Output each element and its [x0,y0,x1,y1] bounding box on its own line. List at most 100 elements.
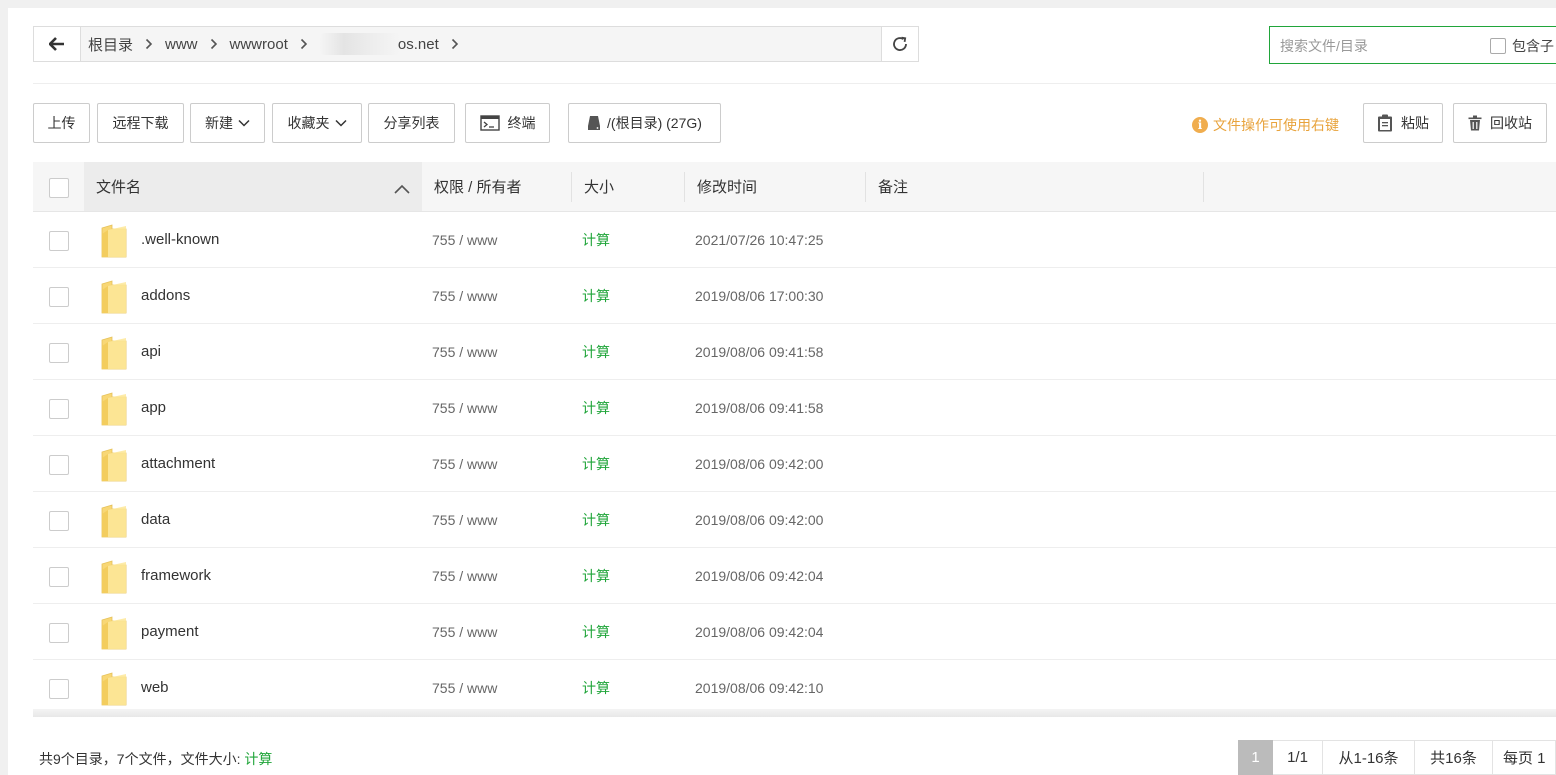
include-subdirectories-option[interactable]: 包含子 [1490,36,1554,56]
summary-text: 共9个目录，7个文件，文件大小: [39,751,241,767]
redacted-segment [319,33,400,55]
row-checkbox[interactable] [49,679,69,699]
page-count: 1/1 [1273,740,1323,775]
file-name[interactable]: data [141,492,170,548]
file-size-calc-link[interactable]: 计算 [582,268,610,324]
table-row[interactable]: payment 755 / www 计算 2019/08/06 09:42:04 [33,604,1556,660]
column-header-mtime[interactable]: 修改时间 [685,162,866,211]
search-input[interactable] [1278,35,1482,57]
file-size-calc-link[interactable]: 计算 [582,436,610,492]
file-mtime: 2019/08/06 09:42:00 [695,456,824,472]
row-checkbox[interactable] [49,567,69,587]
paste-button[interactable]: 粘贴 [1363,103,1443,143]
path-bar: 根目录 www wwwroot os.net [33,26,919,62]
calculate-size-link[interactable]: 计算 [244,751,272,767]
breadcrumb-site[interactable]: os.net [398,36,439,53]
terminal-icon [479,115,500,131]
file-name[interactable]: framework [141,548,211,604]
file-size-calc-link[interactable]: 计算 [582,604,610,660]
favorites-label: 收藏夹 [287,115,330,131]
page-current[interactable]: 1 [1238,740,1273,775]
clipboard-icon [1377,114,1393,132]
page-total: 共16条 [1415,740,1493,775]
row-checkbox[interactable] [49,455,69,475]
terminal-label: 终端 [507,115,536,131]
file-name[interactable]: attachment [141,436,215,492]
include-subdirectories-label: 包含子 [1512,38,1554,54]
file-permission[interactable]: 755 / www [432,324,497,380]
share-list-button[interactable]: 分享列表 [368,103,455,143]
file-name[interactable]: api [141,324,161,380]
file-mtime: 2019/08/06 09:42:00 [695,512,824,528]
recycle-bin-button[interactable]: 回收站 [1453,103,1547,143]
right-click-tip: i 文件操作可使用右键 [1192,115,1339,135]
file-name[interactable]: web [141,660,169,716]
chevron-right-icon [300,38,308,50]
file-size-calc-link[interactable]: 计算 [582,660,610,716]
file-mtime: 2019/08/06 09:41:58 [695,400,824,416]
upload-button[interactable]: 上传 [33,103,90,143]
file-permission[interactable]: 755 / www [432,380,497,436]
page-size-select[interactable]: 每页 1 [1493,740,1556,775]
column-header-remark[interactable]: 备注 [866,162,1203,211]
new-dropdown-button[interactable]: 新建 [190,103,265,143]
horizontal-scrollbar[interactable] [33,709,1556,717]
favorites-dropdown-button[interactable]: 收藏夹 [272,103,362,143]
column-header-size[interactable]: 大小 [572,162,684,211]
file-size-calc-link[interactable]: 计算 [582,492,610,548]
table-row[interactable]: api 755 / www 计算 2019/08/06 09:41:58 [33,324,1556,380]
file-mtime: 2019/08/06 09:42:04 [695,568,824,584]
refresh-button[interactable] [881,27,918,61]
file-permission[interactable]: 755 / www [432,492,497,548]
row-checkbox[interactable] [49,399,69,419]
row-checkbox[interactable] [49,511,69,531]
row-checkbox[interactable] [49,343,69,363]
table-row[interactable]: framework 755 / www 计算 2019/08/06 09:42:04 [33,548,1556,604]
file-size-calc-link[interactable]: 计算 [582,324,610,380]
file-name[interactable]: payment [141,604,199,660]
file-size-calc-link[interactable]: 计算 [582,380,610,436]
file-name[interactable]: .well-known [141,212,219,268]
file-permission[interactable]: 755 / www [432,548,497,604]
chevron-right-icon [210,38,218,50]
file-permission[interactable]: 755 / www [432,604,497,660]
breadcrumb-wwwroot[interactable]: wwwroot [230,36,288,53]
row-checkbox[interactable] [49,623,69,643]
table-row[interactable]: app 755 / www 计算 2019/08/06 09:41:58 [33,380,1556,436]
disk-button[interactable]: /(根目录) (27G) [568,103,721,143]
include-subdirectories-checkbox[interactable] [1490,38,1506,54]
chevron-down-icon [238,119,250,127]
file-size-calc-link[interactable]: 计算 [582,212,610,268]
breadcrumb-root[interactable]: 根目录 [88,34,133,55]
table-row[interactable]: web 755 / www 计算 2019/08/06 09:42:10 [33,660,1556,716]
file-name[interactable]: addons [141,268,190,324]
file-mtime: 2019/08/06 09:42:04 [695,624,824,640]
file-permission[interactable]: 755 / www [432,436,497,492]
refresh-icon [893,36,907,51]
file-permission[interactable]: 755 / www [432,212,497,268]
back-button[interactable] [34,27,81,61]
remote-download-label: 远程下载 [112,115,169,131]
column-header-permission[interactable]: 权限 / 所有者 [422,162,572,211]
hard-drive-icon [587,115,601,131]
column-divider [1203,172,1204,202]
row-checkbox[interactable] [49,287,69,307]
table-row[interactable]: addons 755 / www 计算 2019/08/06 17:00:30 [33,268,1556,324]
column-header-name[interactable]: 文件名 [84,162,422,211]
terminal-button[interactable]: 终端 [465,103,550,143]
table-row[interactable]: .well-known 755 / www 计算 2021/07/26 10:47:2… [33,212,1556,268]
folder-icon [100,672,128,711]
file-permission[interactable]: 755 / www [432,660,497,716]
file-mtime: 2021/07/26 10:47:25 [695,232,824,248]
file-permission[interactable]: 755 / www [432,268,497,324]
file-size-calc-link[interactable]: 计算 [582,548,610,604]
pagination: 1 1/1 从1-16条 共16条 每页 1 [1238,740,1556,775]
breadcrumb-www[interactable]: www [165,36,198,53]
remote-download-button[interactable]: 远程下载 [97,103,184,143]
select-all-checkbox[interactable] [49,178,69,198]
table-row[interactable]: attachment 755 / www 计算 2019/08/06 09:42:00 [33,436,1556,492]
table-row[interactable]: data 755 / www 计算 2019/08/06 09:42:00 [33,492,1556,548]
file-name[interactable]: app [141,380,166,436]
row-checkbox[interactable] [49,231,69,251]
folder-icon [100,280,128,319]
